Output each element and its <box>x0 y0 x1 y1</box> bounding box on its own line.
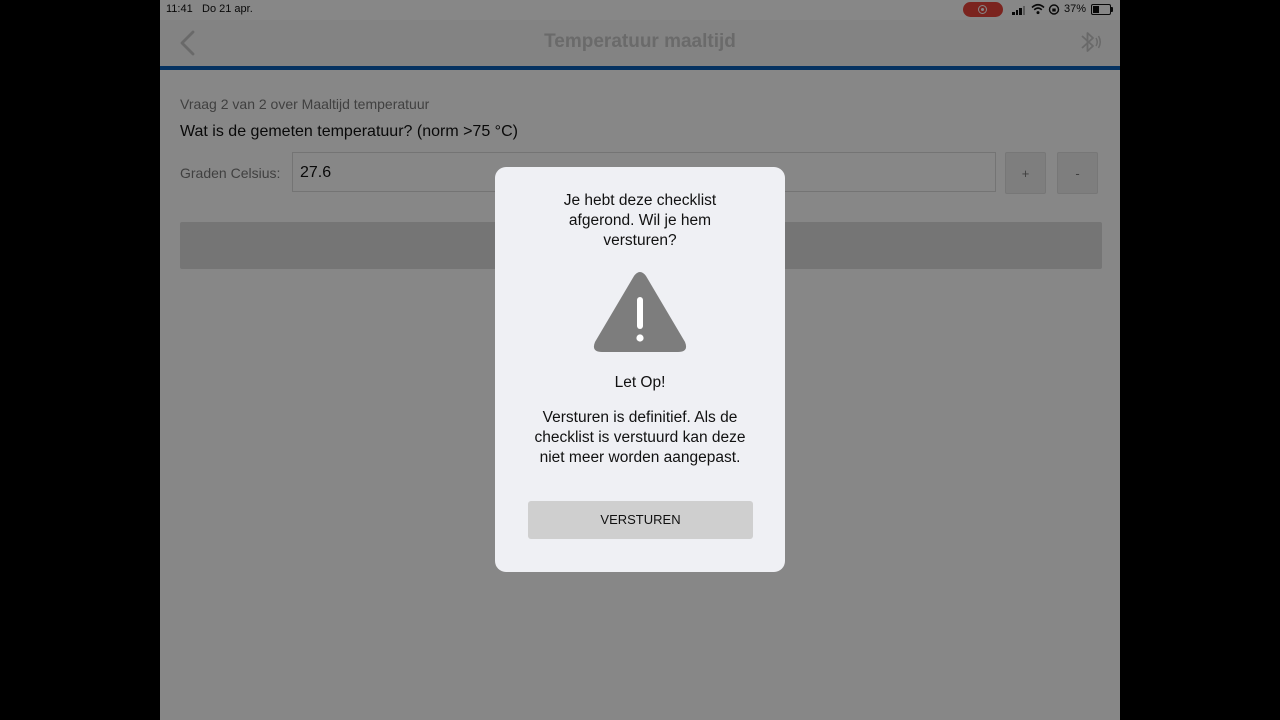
dialog-heading: Je hebt deze checklist afgerond. Wil je … <box>563 192 717 249</box>
confirm-send-dialog: Je hebt deze checklist afgerond. Wil je … <box>495 167 785 572</box>
send-button[interactable]: VERSTUREN <box>528 501 753 539</box>
app-screen: 11:41 Do 21 apr. 37% Temperatuur maaltij… <box>160 0 1120 720</box>
warning-icon <box>593 272 687 352</box>
alert-title: Let Op! <box>614 374 666 391</box>
alert-message: Versturen is definitief. Als de checklis… <box>534 409 746 466</box>
